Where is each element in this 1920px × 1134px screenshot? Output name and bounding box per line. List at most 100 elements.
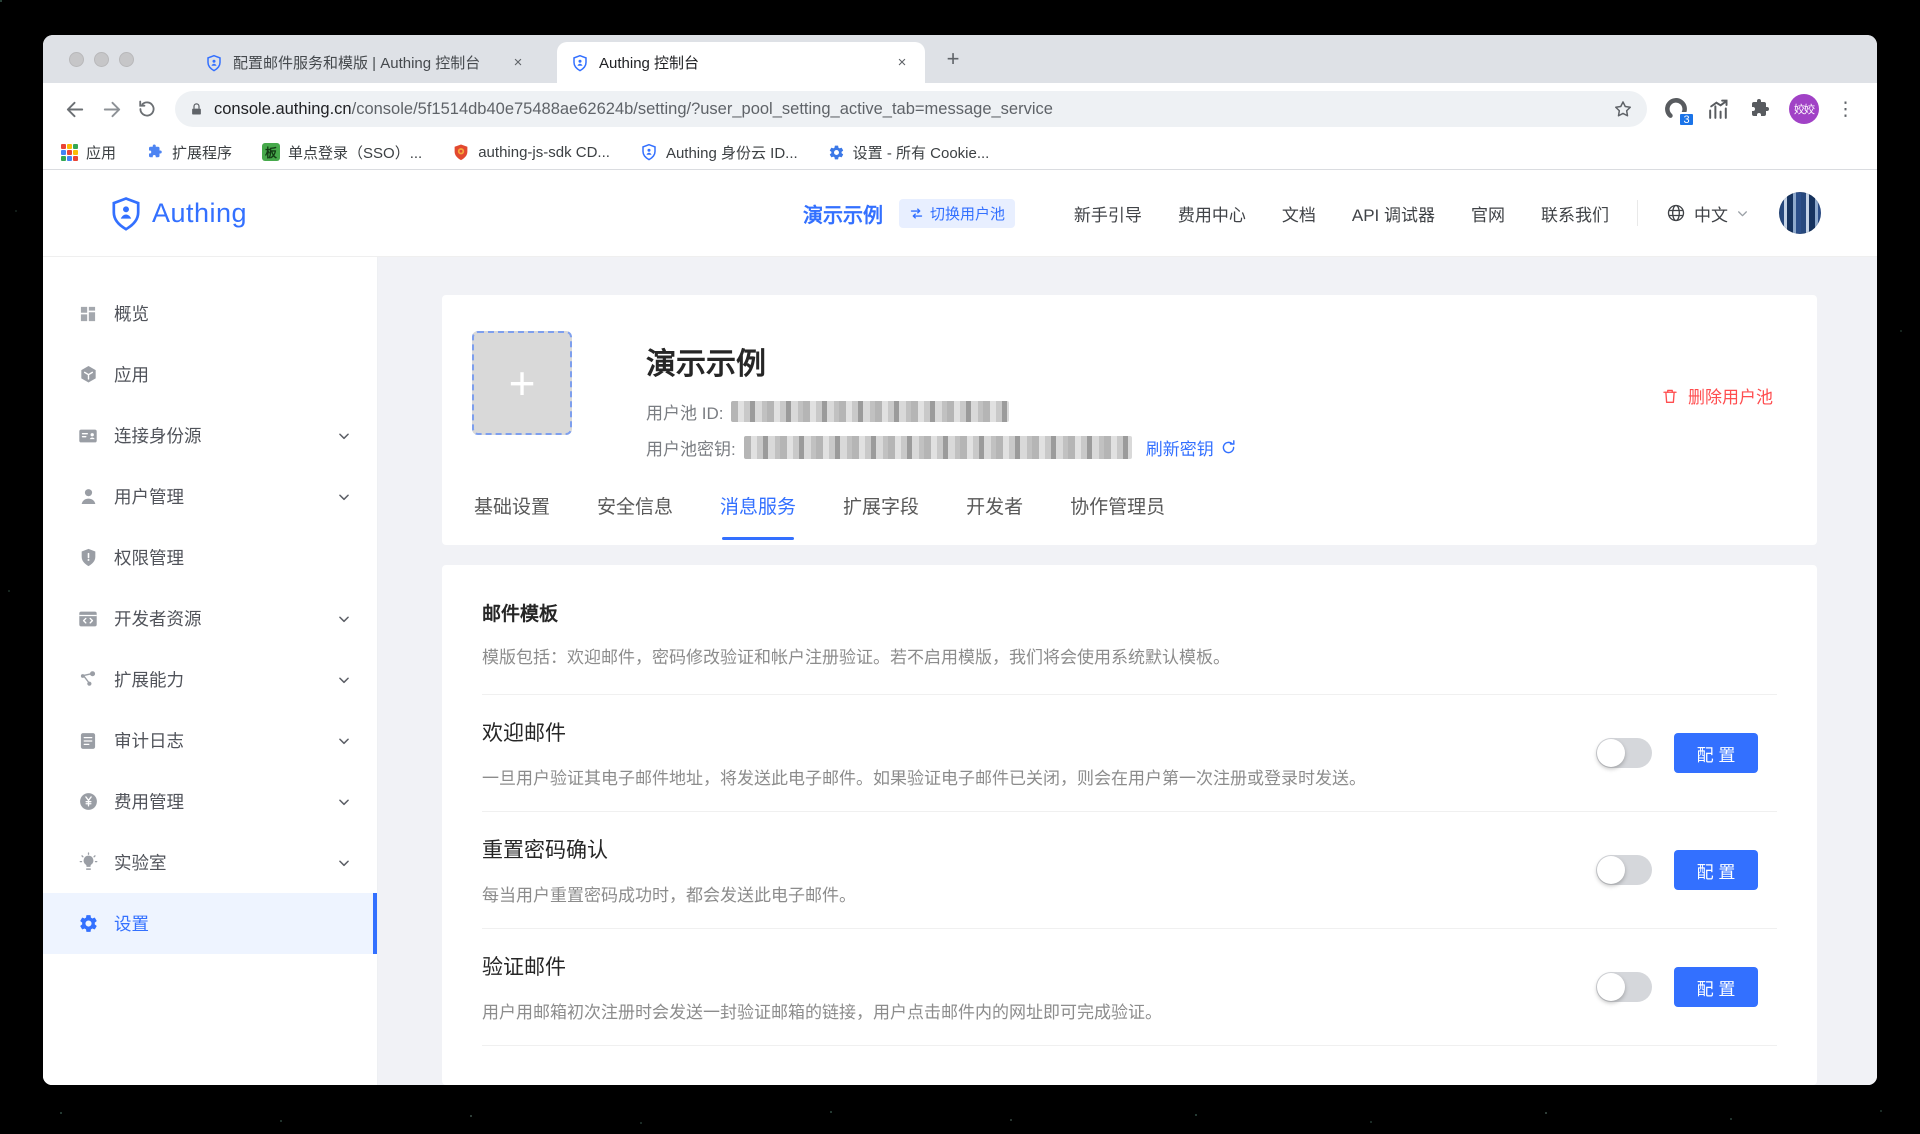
sidebar-item-label: 权限管理 bbox=[114, 545, 351, 570]
top-nav: 新手引导 费用中心 文档 API 调试器 官网 联系我们 bbox=[1074, 201, 1609, 226]
sidebar-item-labs[interactable]: 实验室 bbox=[43, 832, 377, 893]
blue-gear-icon bbox=[828, 144, 845, 161]
new-tab-button[interactable]: + bbox=[939, 45, 967, 73]
user-pool-card: + 演示示例 用户池 ID: 用户池密钥: 刷新密钥 bbox=[442, 295, 1817, 545]
pool-id-masked bbox=[731, 401, 1009, 422]
logo-text: Authing bbox=[152, 198, 247, 229]
sidebar-item-developer-resources[interactable]: 开发者资源 bbox=[43, 588, 377, 649]
nav-contact-us[interactable]: 联系我们 bbox=[1541, 201, 1609, 226]
address-bar[interactable]: console.authing.cn/console/5f1514db40e75… bbox=[175, 91, 1647, 127]
maximize-window-button[interactable] bbox=[119, 52, 134, 67]
template-title: 欢迎邮件 bbox=[482, 717, 1366, 747]
browser-toolbar: console.authing.cn/console/5f1514db40e75… bbox=[43, 83, 1877, 135]
lightbulb-icon bbox=[77, 852, 99, 874]
sidebar-item-label: 费用管理 bbox=[114, 789, 322, 814]
authing-logo-icon bbox=[109, 194, 143, 232]
tab-basic-settings[interactable]: 基础设置 bbox=[474, 492, 550, 545]
sidebar-item-audit-logs[interactable]: 审计日志 bbox=[43, 710, 377, 771]
app-header: Authing 演示示例 切换用户池 新手引导 费用中心 文档 API 调试器 … bbox=[43, 170, 1877, 257]
sidebar-item-overview[interactable]: 概览 bbox=[43, 283, 377, 344]
url-path: /console/5f1514db40e75488ae62624b/settin… bbox=[352, 100, 1053, 118]
yen-circle-icon bbox=[77, 791, 99, 813]
sidebar-item-billing[interactable]: 费用管理 bbox=[43, 771, 377, 832]
browser-tab-inactive[interactable]: 配置邮件服务和模版 | Authing 控制台 × bbox=[191, 42, 541, 83]
share-nodes-icon bbox=[77, 669, 99, 691]
bookmark-authing-id[interactable]: Authing 身份云 ID... bbox=[640, 142, 798, 163]
refresh-secret-link[interactable]: 刷新密钥 bbox=[1146, 435, 1237, 460]
bookmark-sso[interactable]: 板 单点登录（SSO）... bbox=[262, 142, 422, 163]
configure-button[interactable]: 配 置 bbox=[1674, 850, 1758, 890]
authing-logo[interactable]: Authing bbox=[109, 194, 247, 232]
sidebar: 概览 应用 连接身份源 用户管理 权限管理 开发者资源 bbox=[43, 257, 378, 1085]
enable-toggle[interactable] bbox=[1596, 855, 1652, 885]
nav-official-site[interactable]: 官网 bbox=[1471, 201, 1505, 226]
back-icon[interactable] bbox=[57, 91, 93, 127]
reload-icon[interactable] bbox=[129, 91, 165, 127]
pool-logo-upload[interactable]: + bbox=[472, 331, 572, 435]
sidebar-item-label: 审计日志 bbox=[114, 728, 322, 753]
extension-badge: 3 bbox=[1678, 112, 1695, 127]
sidebar-item-permissions[interactable]: 权限管理 bbox=[43, 527, 377, 588]
tab-collaborators[interactable]: 协作管理员 bbox=[1070, 492, 1165, 545]
bookmark-extensions[interactable]: 扩展程序 bbox=[146, 142, 232, 163]
pool-id-label: 用户池 ID: bbox=[646, 399, 723, 424]
nav-billing-center[interactable]: 费用中心 bbox=[1178, 201, 1246, 226]
bookmark-authing-sdk[interactable]: authing-js-sdk CD... bbox=[452, 143, 610, 161]
trash-icon bbox=[1661, 387, 1679, 405]
section-title: 邮件模板 bbox=[482, 599, 1777, 626]
configure-button[interactable]: 配 置 bbox=[1674, 733, 1758, 773]
tab-extended-fields[interactable]: 扩展字段 bbox=[843, 492, 919, 545]
orange-shield-icon bbox=[452, 143, 470, 161]
enable-toggle[interactable] bbox=[1596, 972, 1652, 1002]
current-pool-name: 演示示例 bbox=[803, 199, 883, 228]
enable-toggle[interactable] bbox=[1596, 738, 1652, 768]
sidebar-item-identity-sources[interactable]: 连接身份源 bbox=[43, 405, 377, 466]
authing-favicon-icon bbox=[571, 54, 589, 72]
template-row-controls: 配 置 bbox=[1596, 733, 1777, 773]
extensions-puzzle-icon[interactable] bbox=[1748, 97, 1772, 121]
bookmark-star-icon[interactable] bbox=[1613, 99, 1633, 119]
sidebar-item-settings[interactable]: 设置 bbox=[43, 893, 377, 954]
template-row-controls: 配 置 bbox=[1596, 967, 1777, 1007]
browser-window: 配置邮件服务和模版 | Authing 控制台 × Authing 控制台 × … bbox=[43, 35, 1877, 1085]
refresh-secret-label: 刷新密钥 bbox=[1146, 435, 1214, 460]
minimize-window-button[interactable] bbox=[94, 52, 109, 67]
bookmark-apps[interactable]: 应用 bbox=[61, 142, 116, 163]
chrome-profile-avatar[interactable]: 姣姣 bbox=[1789, 94, 1819, 124]
switch-pool-button[interactable]: 切换用户池 bbox=[899, 199, 1015, 228]
nav-api-debugger[interactable]: API 调试器 bbox=[1352, 201, 1435, 226]
language-selector[interactable]: 中文 bbox=[1666, 201, 1749, 226]
tab-message-service[interactable]: 消息服务 bbox=[720, 492, 796, 545]
sidebar-item-label: 开发者资源 bbox=[114, 606, 322, 631]
browser-tab-active[interactable]: Authing 控制台 × bbox=[557, 42, 925, 83]
globe-icon bbox=[1666, 203, 1686, 223]
configure-button[interactable]: 配 置 bbox=[1674, 967, 1758, 1007]
delete-pool-button[interactable]: 删除用户池 bbox=[1661, 383, 1773, 408]
sidebar-item-label: 实验室 bbox=[114, 850, 322, 875]
sidebar-item-user-management[interactable]: 用户管理 bbox=[43, 466, 377, 527]
close-tab-icon[interactable]: × bbox=[509, 54, 527, 72]
bookmarks-bar: 应用 扩展程序 板 单点登录（SSO）... authing-js-sdk CD… bbox=[43, 135, 1877, 170]
forward-icon[interactable] bbox=[93, 91, 129, 127]
template-row-welcome-email: 欢迎邮件 一旦用户验证其电子邮件地址，将发送此电子邮件。如果验证电子邮件已关闭，… bbox=[482, 695, 1777, 812]
sidebar-item-applications[interactable]: 应用 bbox=[43, 344, 377, 405]
chevron-down-icon bbox=[337, 612, 351, 626]
bookmark-cookie-settings[interactable]: 设置 - 所有 Cookie... bbox=[828, 142, 990, 163]
pool-secret-label: 用户池密钥: bbox=[646, 435, 736, 460]
analytics-extension-icon[interactable] bbox=[1706, 97, 1731, 122]
nav-docs[interactable]: 文档 bbox=[1282, 201, 1316, 226]
close-tab-icon[interactable]: × bbox=[893, 54, 911, 72]
toolbar-right-cluster: 3 姣姣 ⋮ bbox=[1663, 94, 1855, 124]
chevron-down-icon bbox=[337, 673, 351, 687]
tab-developer[interactable]: 开发者 bbox=[966, 492, 1023, 545]
chevron-down-icon bbox=[337, 490, 351, 504]
template-title: 重置密码确认 bbox=[482, 834, 856, 864]
extension-ring-icon[interactable]: 3 bbox=[1663, 96, 1689, 122]
tab-security-info[interactable]: 安全信息 bbox=[597, 492, 673, 545]
nav-guide[interactable]: 新手引导 bbox=[1074, 201, 1142, 226]
browser-menu-icon[interactable]: ⋮ bbox=[1836, 100, 1855, 119]
user-avatar[interactable] bbox=[1779, 192, 1821, 234]
pool-info: 演示示例 用户池 ID: 用户池密钥: 刷新密钥 bbox=[646, 339, 1777, 460]
sidebar-item-extensions[interactable]: 扩展能力 bbox=[43, 649, 377, 710]
close-window-button[interactable] bbox=[69, 52, 84, 67]
